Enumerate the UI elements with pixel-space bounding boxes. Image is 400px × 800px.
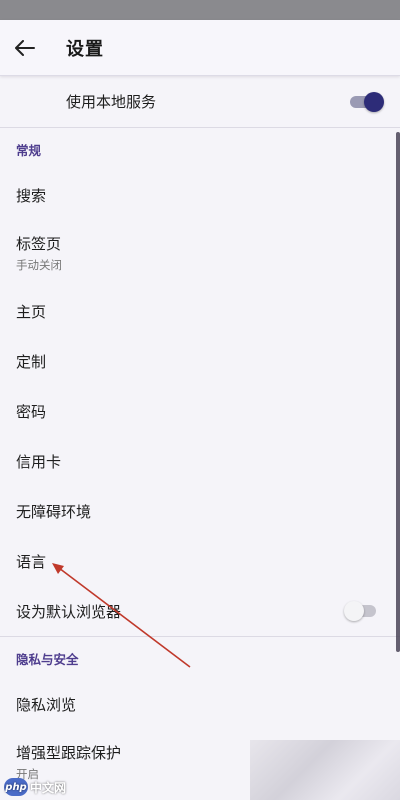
- image-artifact: [250, 740, 400, 800]
- item-title: 无障碍环境: [16, 502, 92, 521]
- section-header-general: 常规: [16, 142, 42, 158]
- settings-item-search[interactable]: 搜索: [0, 170, 400, 220]
- item-title: 语言: [16, 552, 47, 571]
- arrow-left-icon: [15, 39, 35, 56]
- settings-item-passwords[interactable]: 密码: [0, 386, 400, 436]
- settings-item-homepage[interactable]: 主页: [0, 286, 400, 336]
- item-title: 标签页: [16, 235, 62, 253]
- default-browser-toggle[interactable]: [344, 601, 378, 621]
- settings-item-customize[interactable]: 定制: [0, 336, 400, 386]
- item-title: 设为默认浏览器: [16, 602, 122, 621]
- status-bar: [0, 0, 400, 20]
- local-service-toggle[interactable]: [348, 91, 384, 112]
- toolbar: 设置: [0, 20, 400, 76]
- section-header-privacy: 隐私与安全: [16, 651, 79, 667]
- settings-item-private-browsing[interactable]: 隐私浏览: [0, 679, 400, 729]
- settings-item-accessibility[interactable]: 无障碍环境: [0, 486, 400, 536]
- back-button[interactable]: [0, 20, 50, 76]
- settings-item-default-browser[interactable]: 设为默认浏览器: [0, 586, 400, 636]
- page-title: 设置: [66, 38, 104, 60]
- item-title: 信用卡: [16, 452, 62, 471]
- php-logo-icon: php: [4, 778, 28, 796]
- toggle-thumb: [344, 601, 364, 621]
- toggle-thumb: [364, 91, 384, 112]
- item-title: 密码: [16, 402, 47, 421]
- scrollbar[interactable]: [396, 132, 400, 652]
- settings-item-credit-cards[interactable]: 信用卡: [0, 436, 400, 486]
- watermark-text: 中文网: [30, 780, 67, 795]
- item-subtitle: 手动关闭: [16, 258, 62, 272]
- item-title: 搜索: [16, 186, 47, 205]
- watermark: php 中文网: [4, 778, 66, 796]
- local-service-label: 使用本地服务: [66, 93, 157, 111]
- item-title: 主页: [16, 302, 47, 321]
- settings-item-tabs[interactable]: 标签页 手动关闭: [0, 220, 400, 286]
- settings-item-language[interactable]: 语言: [0, 536, 400, 586]
- item-title: 隐私浏览: [16, 695, 77, 714]
- local-service-row[interactable]: 使用本地服务: [0, 76, 400, 128]
- item-title: 定制: [16, 352, 47, 371]
